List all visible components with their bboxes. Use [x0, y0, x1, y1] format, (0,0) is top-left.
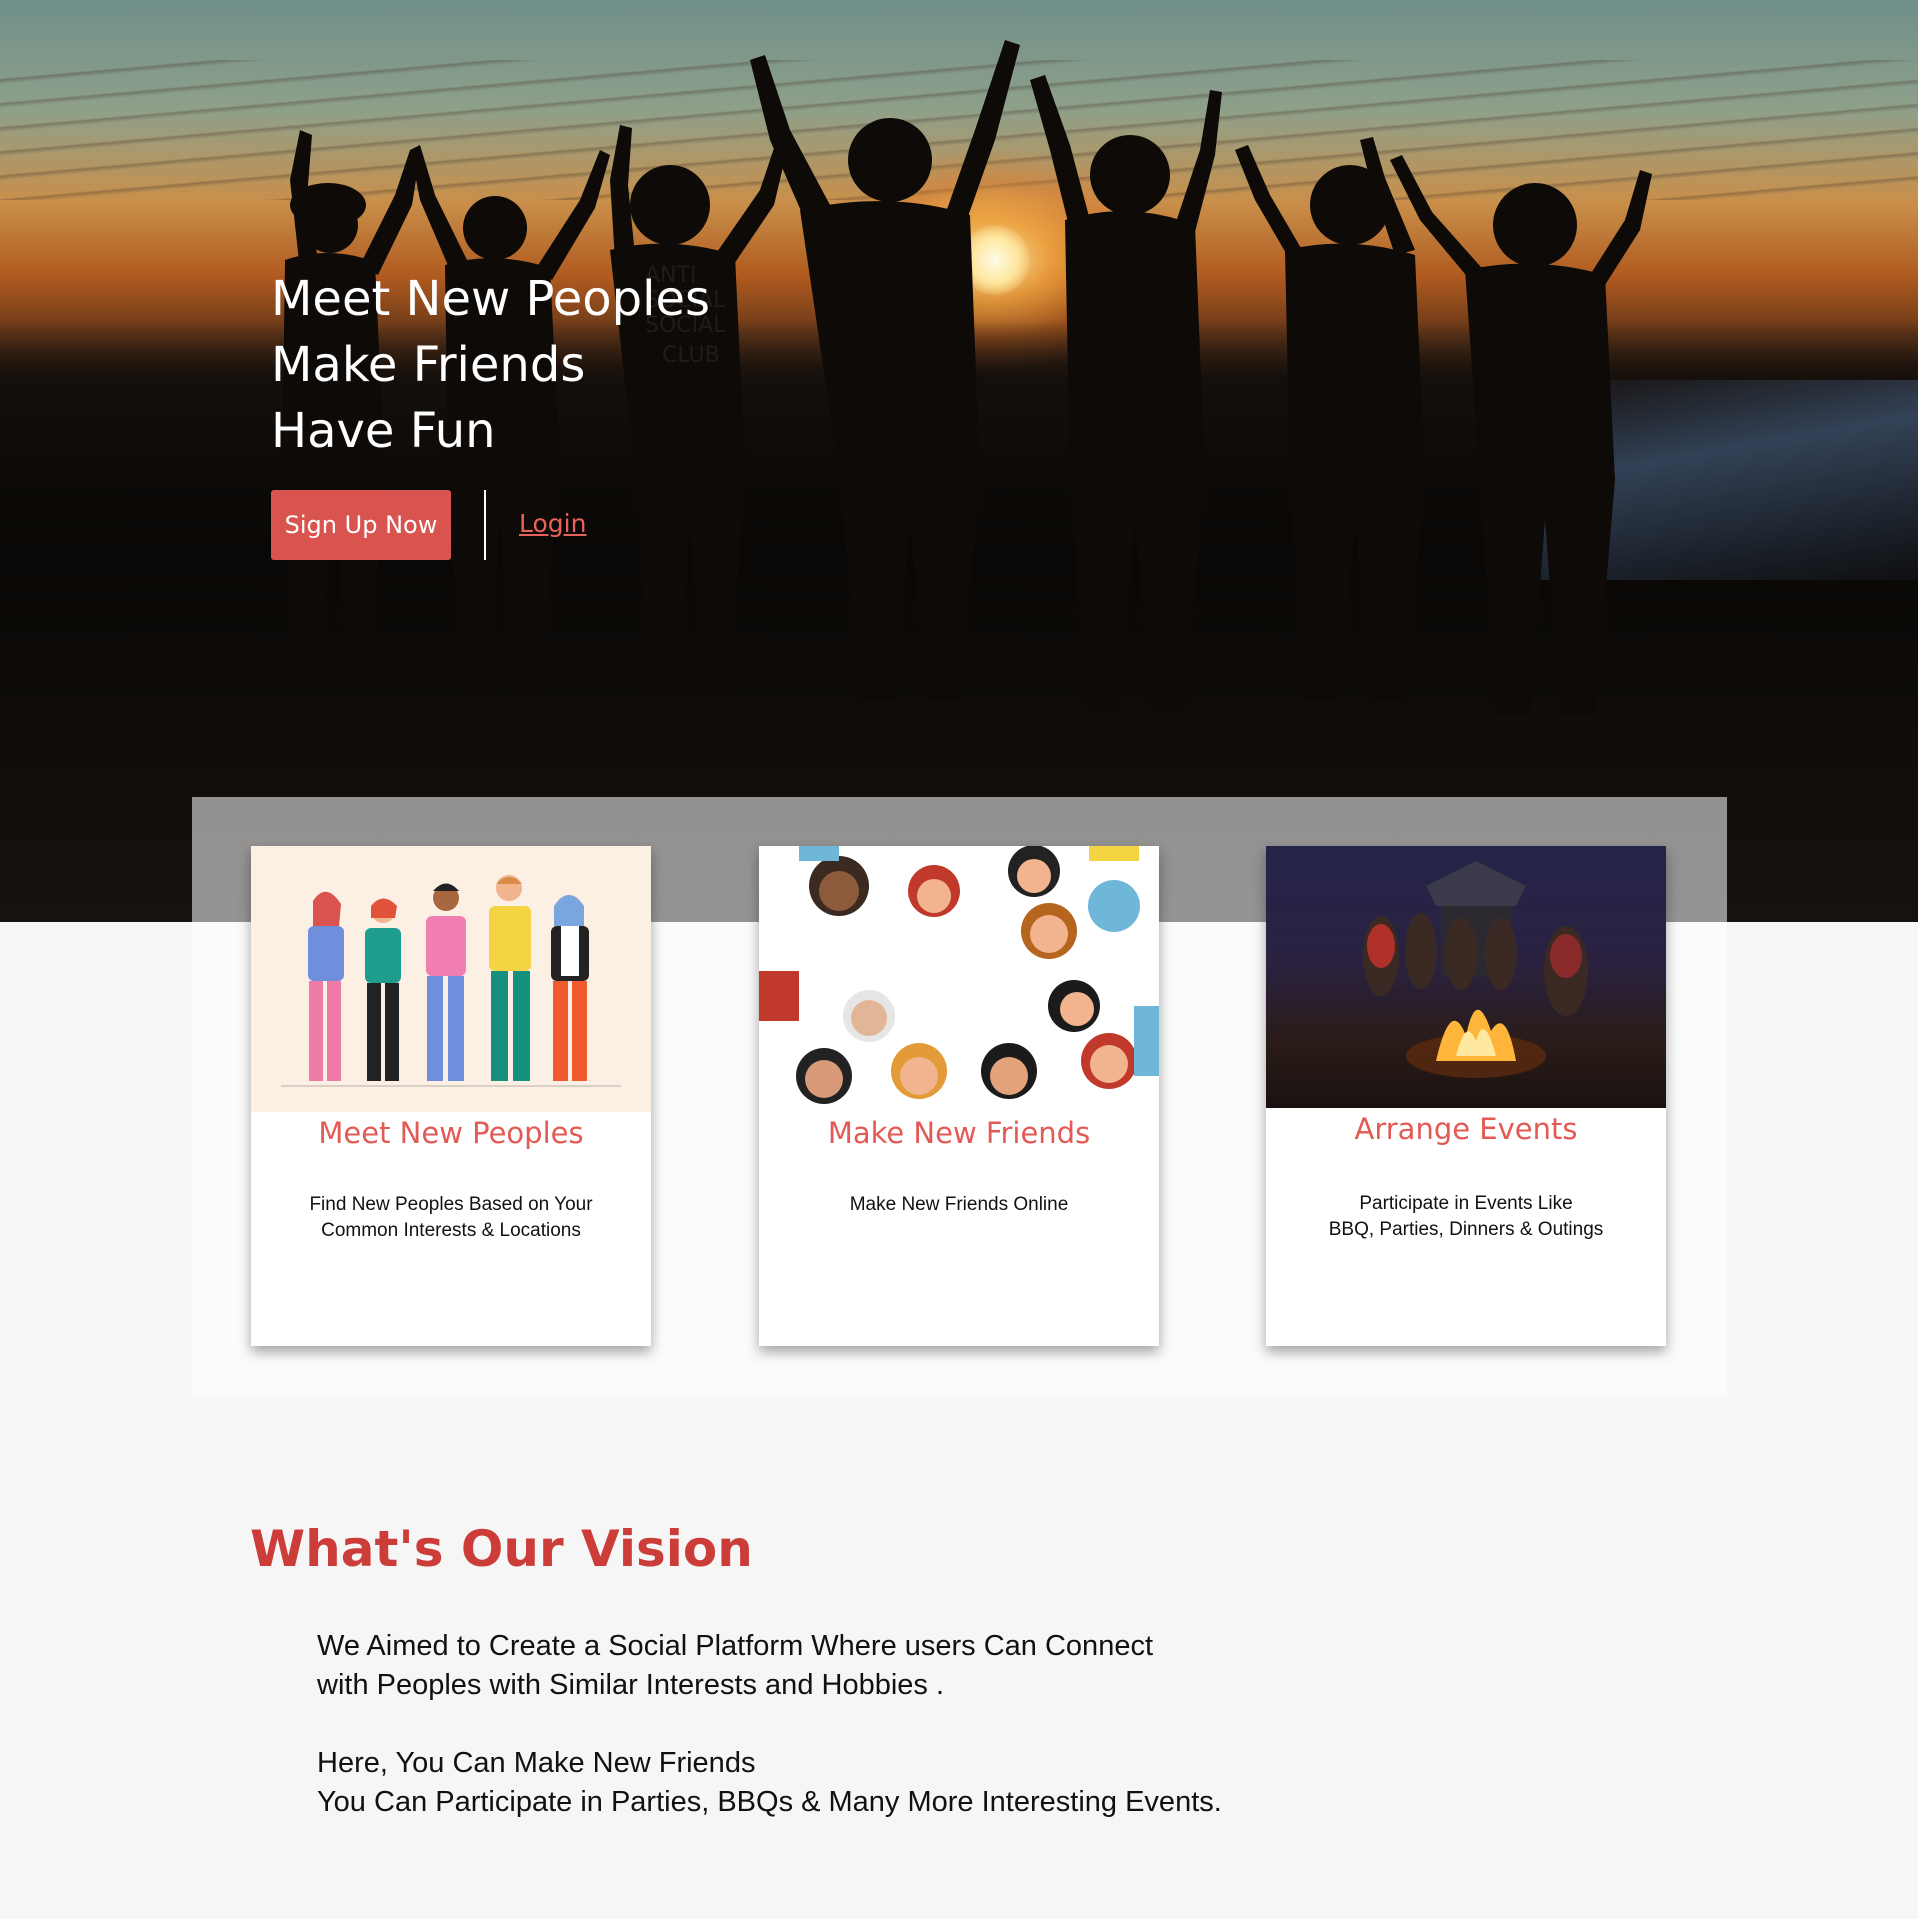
friends-circle-illustration-image [759, 846, 1159, 1112]
signup-button[interactable]: Sign Up Now [271, 490, 451, 560]
card-title: Make New Friends [827, 1116, 1091, 1150]
hero-line-1: Meet New Peoples [271, 271, 710, 327]
feature-card-meet[interactable]: Meet New Peoples Find New Peoples Based … [251, 846, 651, 1346]
hero-tagline: Meet New Peoples Make Friends Have Fun [271, 266, 710, 464]
card-description: Participate in Events Like BBQ, Parties,… [1328, 1193, 1604, 1240]
campfire-photo-image [1266, 846, 1666, 1108]
card-description: Make New Friends Online [849, 1194, 1069, 1215]
hero-actions: Sign Up Now Login [271, 490, 586, 560]
action-divider [484, 490, 486, 560]
card-title: Meet New Peoples [318, 1116, 584, 1150]
card-description: Find New Peoples Based on Your Common In… [309, 1194, 593, 1241]
login-link[interactable]: Login [519, 509, 586, 538]
hero-section: ANTI SOCIAL SOCIAL CLUB Meet New Peoples… [0, 0, 1918, 922]
hero-line-2: Make Friends [271, 337, 586, 393]
feature-card-friends[interactable]: Make New Friends Make New Friends Online [759, 846, 1159, 1346]
group-illustration-image [251, 846, 651, 1112]
features-panel: Meet New Peoples Find New Peoples Based … [192, 797, 1727, 1397]
vision-title: What's Our Vision [250, 1520, 753, 1578]
card-title: Arrange Events [1354, 1112, 1578, 1146]
hero-line-3: Have Fun [271, 403, 496, 459]
vision-body: We Aimed to Create a Social Platform Whe… [317, 1630, 1222, 1818]
feature-card-events[interactable]: Arrange Events Participate in Events Lik… [1266, 846, 1666, 1346]
